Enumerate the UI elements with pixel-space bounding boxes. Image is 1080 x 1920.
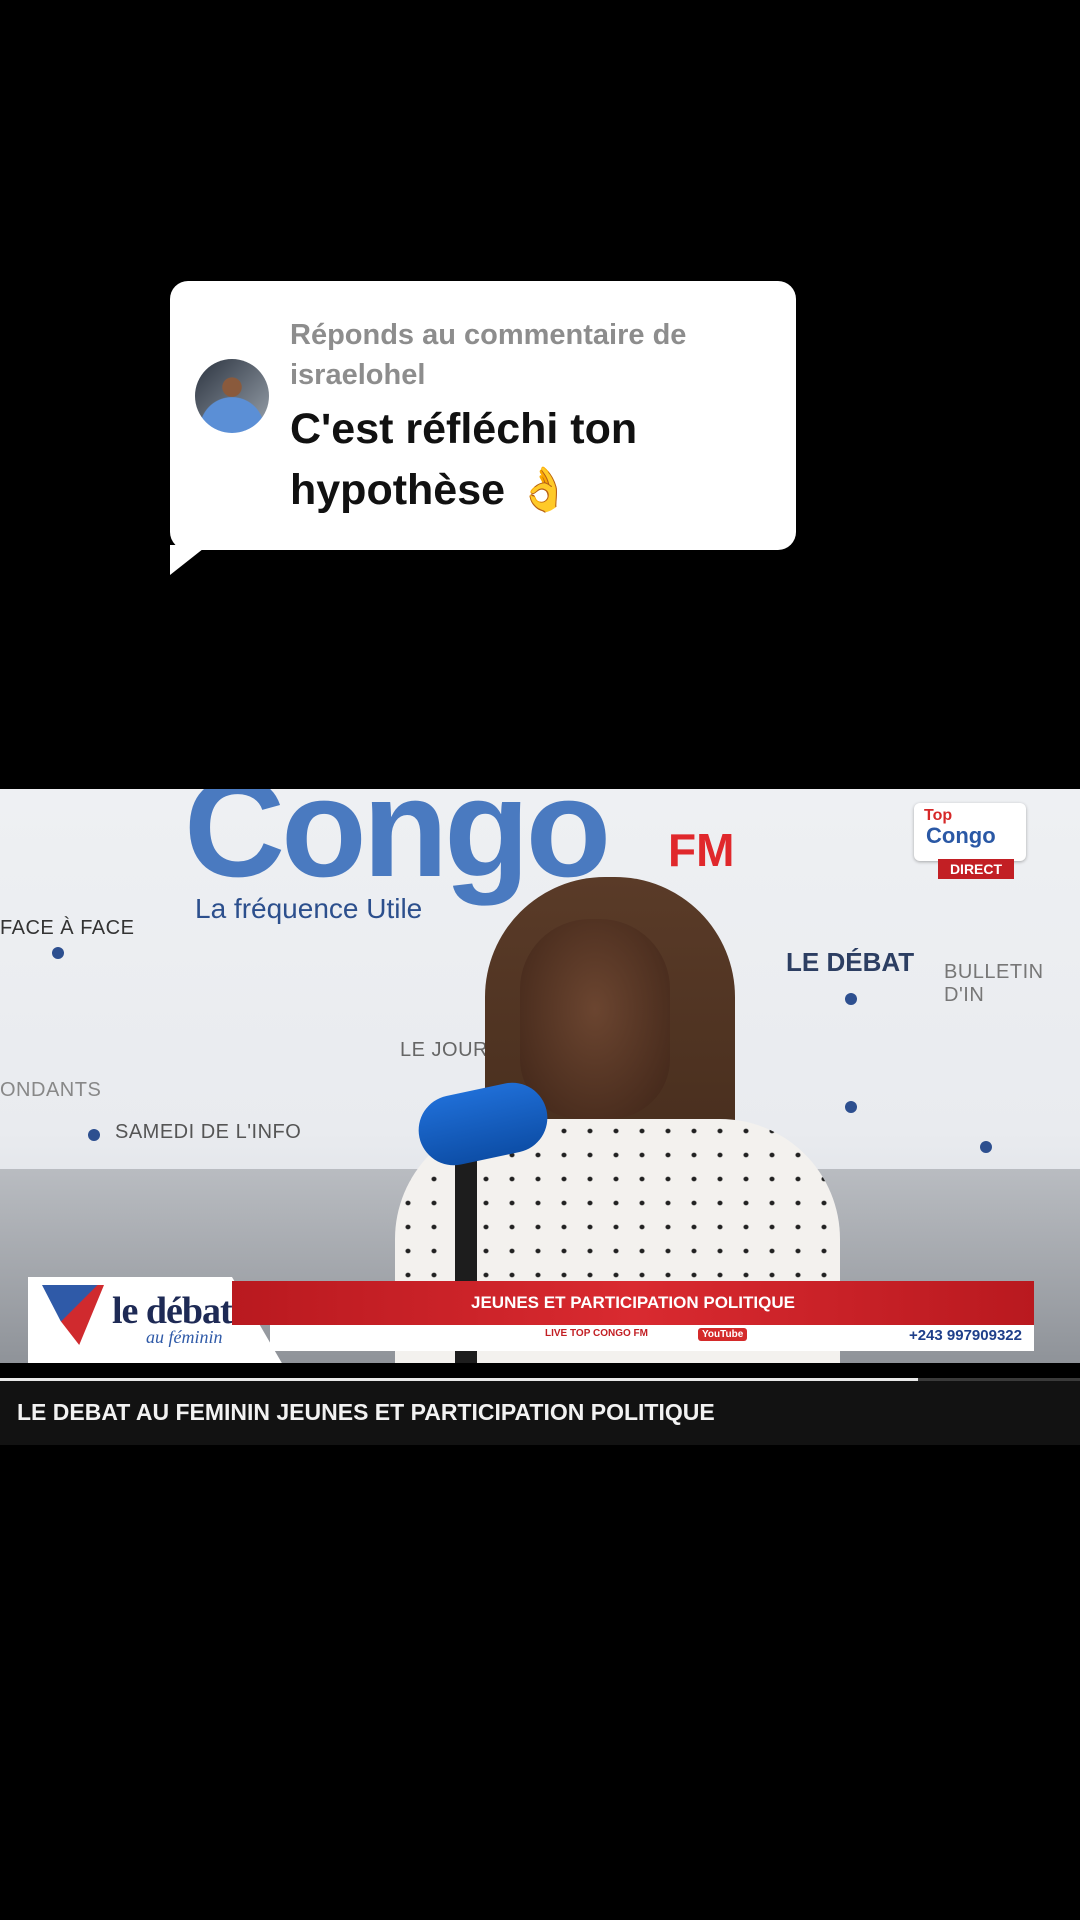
- wall-dot: [845, 1101, 857, 1113]
- wall-fm-text: FM: [668, 824, 735, 876]
- comment-body: C'est réfléchi ton hypothèse: [290, 405, 638, 514]
- direct-badge: DIRECT: [938, 859, 1014, 879]
- video-player[interactable]: Congo FM La fréquence Utile FACE À FACE …: [0, 789, 1080, 1363]
- lower-third-headline: JEUNES ET PARTICIPATION POLITIQUE: [232, 1281, 1034, 1325]
- wall-label-bulletin: BULLETIN D'IN: [944, 961, 1044, 1006]
- video-caption-bar: LE DEBAT AU FEMININ JEUNES ET PARTICIPAT…: [0, 1381, 1080, 1445]
- commenter-avatar: [195, 359, 269, 433]
- wall-dot: [980, 1141, 992, 1153]
- show-logo-icon: [42, 1285, 104, 1345]
- wall-label-samedi: SAMEDI DE L'INFO: [115, 1121, 302, 1143]
- ok-hand-emoji-icon: 👌: [517, 465, 571, 515]
- wall-tagline: La fréquence Utile: [195, 893, 423, 924]
- logo-congo-text: Congo: [926, 823, 996, 848]
- reply-label: Réponds au commentaire de israelohel: [290, 319, 687, 391]
- phone-number: +243 997909322: [908, 1327, 1022, 1344]
- presenter-face: [520, 919, 670, 1119]
- wall-brand-text: Congo: [184, 789, 611, 906]
- reply-comment-bubble[interactable]: Réponds au commentaire de israelohel C'e…: [170, 281, 796, 550]
- wall-label-correspondants: ONDANTS: [0, 1079, 102, 1101]
- bubble-tail: [170, 545, 208, 575]
- lower-third-info-bar: LIVE TOP CONGO FM YouTube +243 997909322: [270, 1325, 1034, 1351]
- wall-dot: [845, 993, 857, 1005]
- wall-label-le-debat: LE DÉBAT: [786, 947, 915, 977]
- channel-logo: Top Congo: [914, 803, 1026, 861]
- show-logo-subtitle: au féminin: [146, 1327, 223, 1347]
- wall-label-face-a-face: FACE À FACE: [0, 917, 135, 939]
- live-label: LIVE TOP CONGO FM: [545, 1328, 648, 1339]
- comment-text: C'est réfléchi ton hypothèse 👌: [290, 399, 780, 521]
- wall-dot: [88, 1129, 100, 1141]
- youtube-icon: YouTube: [698, 1328, 748, 1341]
- wall-dot: [52, 947, 64, 959]
- video-caption-title: LE DEBAT AU FEMININ JEUNES ET PARTICIPAT…: [17, 1399, 715, 1425]
